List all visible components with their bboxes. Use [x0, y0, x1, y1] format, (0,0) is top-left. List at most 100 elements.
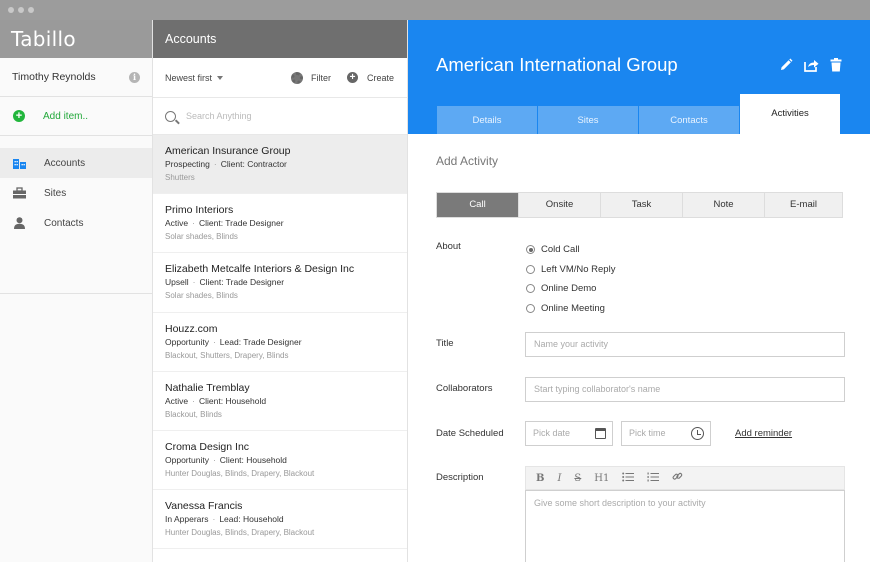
account-stage: Opportunity — [165, 336, 209, 347]
account-type: Client: Trade Designer — [199, 277, 285, 288]
sidebar-item-label: Contacts — [44, 217, 84, 229]
detail-header: American International Group Details Sit… — [408, 20, 870, 134]
account-status: Active · Client: Trade Designer — [165, 218, 284, 229]
activity-title-input[interactable]: Name your activity — [525, 332, 845, 357]
app-window: Tabillo Timothy Reynolds i + Add item.. … — [0, 0, 870, 562]
account-stage: Active — [165, 395, 189, 406]
list-item[interactable]: Vanessa Francis In Apperars · Lead: Househ… — [153, 490, 407, 550]
tab-sites[interactable]: Sites — [538, 106, 639, 134]
account-name: American Insurance Group — [165, 145, 291, 157]
collaborators-label: Collaborators — [436, 383, 493, 394]
list-item[interactable]: Primo Interiors Active · Client: Trade Des… — [153, 194, 407, 254]
about-radio-group: Cold Call Left VM/No Reply Online Demo O… — [526, 240, 615, 318]
radio-label: Left VM/No Reply — [541, 263, 616, 275]
account-stage: Prospecting — [165, 159, 210, 169]
heading-button[interactable]: H1 — [594, 473, 609, 484]
date-placeholder: Pick date — [533, 428, 571, 438]
italic-button[interactable]: I — [557, 473, 561, 484]
tab-contacts[interactable]: Contacts — [639, 106, 740, 134]
pencil-icon[interactable] — [779, 58, 793, 72]
create-label: Create — [367, 72, 395, 83]
list-item[interactable]: Nathalie Tremblay Active · Client: Househo… — [153, 372, 407, 431]
account-stage: Opportunity — [165, 454, 209, 465]
list-item[interactable]: Elizabeth Metcalfe Interiors & Design In… — [153, 253, 407, 313]
gear-icon — [291, 71, 303, 84]
share-icon[interactable] — [804, 58, 819, 72]
account-type: Client: Household — [199, 395, 267, 406]
list-item[interactable]: Croma Design Inc Opportunity · Client: Hou… — [153, 431, 407, 491]
link-icon[interactable] — [672, 471, 683, 485]
sort-dropdown[interactable]: Newest first — [165, 73, 224, 83]
account-name: Nathalie Tremblay — [165, 381, 250, 394]
trash-icon[interactable] — [830, 58, 844, 72]
account-search[interactable]: Search Anything — [153, 97, 407, 135]
account-name: Elizabeth Metcalfe Interiors & Design In… — [165, 263, 355, 276]
collaborators-input[interactable]: Start typing collaborator's name — [525, 377, 845, 402]
sidebar-item-accounts[interactable]: Accounts — [0, 148, 152, 178]
sidebar-item-sites[interactable]: Sites — [0, 178, 152, 208]
tab-details[interactable]: Details — [437, 106, 538, 134]
clock-icon[interactable] — [691, 427, 704, 440]
filter-button[interactable]: Filter — [291, 71, 331, 84]
activity-type-onsite[interactable]: Onsite — [519, 193, 601, 217]
add-item-label: Add item.. — [43, 110, 89, 122]
radio-empty-icon — [526, 264, 535, 274]
calendar-icon[interactable] — [595, 428, 606, 439]
account-tags: Blackout, Shutters, Drapery, Blinds — [165, 350, 289, 360]
add-reminder-link[interactable]: Add reminder — [735, 428, 792, 439]
bullet-list-icon[interactable] — [622, 472, 635, 485]
info-icon[interactable]: i — [129, 71, 140, 83]
radio-label: Online Demo — [541, 283, 597, 295]
add-item-button[interactable]: + Add item.. — [0, 97, 152, 136]
radio-cold-call[interactable]: Cold Call — [526, 240, 615, 260]
filter-label: Filter — [311, 72, 331, 83]
window-minimize-dot[interactable] — [18, 7, 24, 13]
window-titlebar — [0, 0, 870, 20]
plus-icon: + — [347, 72, 358, 83]
window-close-dot[interactable] — [8, 7, 14, 13]
account-tags: Solar shades, Blinds — [165, 232, 238, 242]
description-label: Description — [436, 472, 484, 483]
bold-button[interactable]: B — [536, 473, 544, 484]
sidebar: Tabillo Timothy Reynolds i + Add item.. … — [0, 20, 153, 562]
window-maximize-dot[interactable] — [28, 7, 34, 13]
page-title: American International Group — [436, 54, 678, 75]
account-status: Opportunity · Lead: Trade Designer — [165, 336, 302, 347]
account-tags: Blackout, Blinds — [165, 409, 222, 419]
activity-type-selector: Call Onsite Task Note E-mail — [436, 192, 843, 218]
account-stage: Active — [165, 218, 189, 229]
account-type: Client: Household — [219, 454, 287, 465]
radio-empty-icon — [526, 303, 535, 313]
radio-online-meeting[interactable]: Online Meeting — [526, 299, 615, 319]
account-stage: In Apperars — [165, 514, 209, 525]
account-tags: Solar shades, Blinds — [165, 291, 238, 301]
description-editor[interactable]: Give some short description to your acti… — [525, 490, 845, 562]
time-picker-input[interactable]: Pick time — [621, 421, 711, 446]
radio-left-vm[interactable]: Left VM/No Reply — [526, 260, 615, 280]
user-row[interactable]: Timothy Reynolds i — [0, 58, 152, 97]
accounts-header: Accounts — [153, 20, 407, 58]
numbered-list-icon[interactable] — [647, 472, 660, 485]
title-label: Title — [436, 338, 454, 349]
list-item[interactable]: Houzz.com Opportunity · Lead: Trade Design… — [153, 313, 407, 372]
detail-tabs: Details Sites Contacts Activities — [437, 94, 840, 134]
account-tags: Shutters — [165, 173, 195, 182]
accounts-list: American Insurance Group Prospecting · Cli… — [153, 135, 407, 550]
account-status: In Apperars · Lead: Household — [165, 514, 284, 525]
account-type: Client: Trade Designer — [199, 218, 284, 229]
date-picker-input[interactable]: Pick date — [525, 421, 613, 446]
activity-type-note[interactable]: Note — [683, 193, 765, 217]
strikethrough-button[interactable]: S — [574, 473, 581, 484]
sidebar-item-contacts[interactable]: Contacts — [0, 208, 152, 238]
brand-logo: Tabillo — [0, 20, 152, 58]
radio-label: Cold Call — [541, 244, 580, 256]
activity-type-task[interactable]: Task — [601, 193, 683, 217]
activity-type-call[interactable]: Call — [437, 193, 519, 217]
briefcase-icon — [13, 187, 26, 199]
chevron-down-icon — [217, 75, 224, 80]
create-button[interactable]: + Create — [347, 72, 394, 83]
tab-activities[interactable]: Activities — [740, 94, 840, 134]
activity-type-email[interactable]: E-mail — [765, 193, 842, 217]
list-item[interactable]: American Insurance Group Prospecting · Cli… — [153, 135, 407, 195]
radio-online-demo[interactable]: Online Demo — [526, 279, 615, 299]
